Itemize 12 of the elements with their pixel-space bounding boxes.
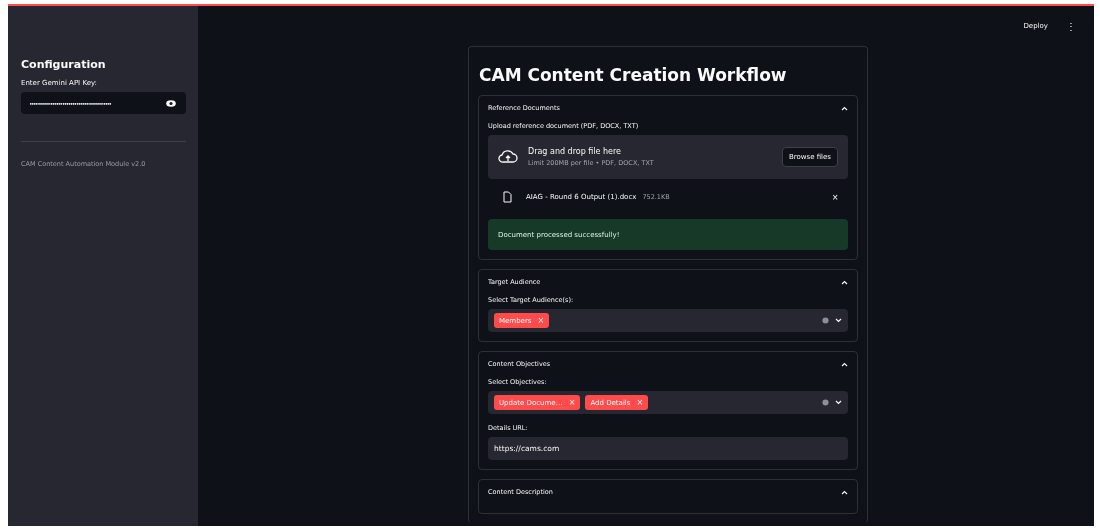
document-icon <box>503 191 512 203</box>
chevron-down-icon[interactable] <box>835 318 842 323</box>
menu-button[interactable]: ⋮ <box>1064 20 1078 32</box>
cloud-upload-icon <box>498 149 518 165</box>
page-title: CAM Content Creation Workflow <box>479 65 788 85</box>
eye-icon[interactable] <box>166 99 176 107</box>
clear-icon[interactable] <box>822 399 829 406</box>
close-button[interactable]: × <box>832 191 838 203</box>
dropzone-text: Drag and drop file here <box>528 147 623 156</box>
chevron-down-icon[interactable] <box>835 400 842 405</box>
sidebar-title: Configuration <box>21 58 107 71</box>
clear-icon[interactable] <box>822 317 829 324</box>
